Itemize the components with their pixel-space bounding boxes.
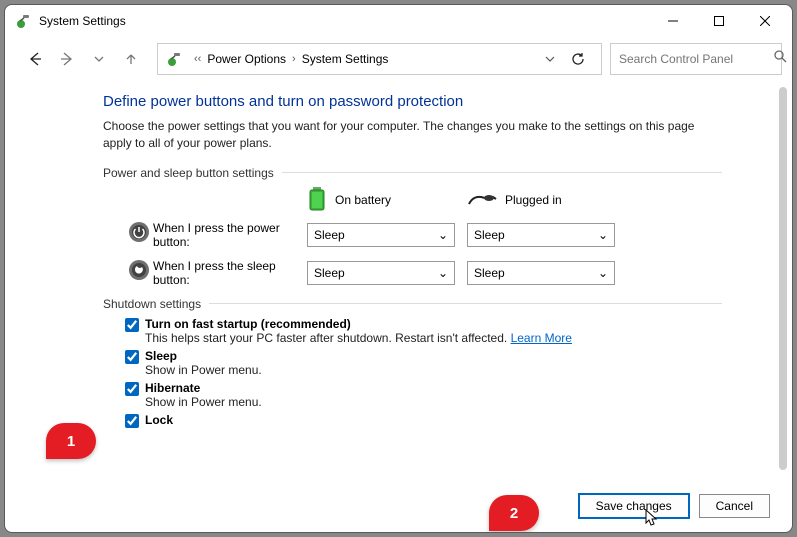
power-section-label: Power and sleep button settings xyxy=(103,166,722,180)
hibernate-label: Hibernate xyxy=(145,381,262,395)
refresh-button[interactable] xyxy=(559,52,597,66)
maximize-button[interactable] xyxy=(696,6,742,36)
power-button-battery-select[interactable]: Sleep⌄ xyxy=(307,223,455,247)
lock-checkbox[interactable] xyxy=(125,414,139,428)
footer-buttons: Save changes Cancel xyxy=(5,484,792,532)
learn-more-link[interactable]: Learn More xyxy=(511,331,572,345)
sleep-button-battery-select[interactable]: Sleep⌄ xyxy=(307,261,455,285)
breadcrumb-separator: ‹‹ xyxy=(194,53,201,65)
minimize-button[interactable] xyxy=(650,6,696,36)
annotation-badge-2: 2 xyxy=(489,495,539,531)
annotation-badge-1: 1 xyxy=(46,423,96,459)
window: System Settings ‹‹ Power Options › Syste… xyxy=(4,4,793,533)
scrollbar[interactable] xyxy=(776,85,790,484)
power-options-icon xyxy=(15,13,31,29)
scrollbar-thumb[interactable] xyxy=(779,87,787,470)
fast-startup-checkbox[interactable] xyxy=(125,318,139,332)
cursor-icon xyxy=(645,509,659,532)
window-controls xyxy=(650,6,788,36)
breadcrumb-part[interactable]: System Settings xyxy=(302,52,389,66)
back-button[interactable] xyxy=(19,43,51,75)
hibernate-item: Hibernate Show in Power menu. xyxy=(125,381,722,409)
sleep-item: Sleep Show in Power menu. xyxy=(125,349,722,377)
battery-icon xyxy=(307,186,327,215)
hibernate-checkbox[interactable] xyxy=(125,382,139,396)
save-changes-button[interactable]: Save changes xyxy=(579,494,689,518)
power-options-icon xyxy=(166,51,182,67)
chevron-down-icon: ⌄ xyxy=(438,266,448,280)
breadcrumb[interactable]: ‹‹ Power Options › System Settings xyxy=(157,43,602,75)
chevron-down-icon: ⌄ xyxy=(438,228,448,242)
column-headers: On battery Plugged in xyxy=(125,186,722,215)
fast-startup-desc: This helps start your PC faster after sh… xyxy=(145,331,572,345)
search-input[interactable] xyxy=(619,52,774,66)
window-title: System Settings xyxy=(39,14,650,28)
shutdown-section: Turn on fast startup (recommended) This … xyxy=(103,317,722,428)
cancel-button[interactable]: Cancel xyxy=(699,494,770,518)
sleep-button-plugged-select[interactable]: Sleep⌄ xyxy=(467,261,615,285)
nav-row: ‹‹ Power Options › System Settings xyxy=(5,37,792,81)
page-description: Choose the power settings that you want … xyxy=(103,118,722,152)
page-title: Define power buttons and turn on passwor… xyxy=(103,93,722,110)
chevron-down-icon: ⌄ xyxy=(598,228,608,242)
fast-startup-label: Turn on fast startup (recommended) xyxy=(145,317,572,331)
sleep-button-label: When I press the sleep button: xyxy=(153,259,307,287)
chevron-right-icon: › xyxy=(292,53,296,65)
power-button-icon xyxy=(128,221,150,248)
titlebar: System Settings xyxy=(5,5,792,37)
power-button-label: When I press the power button: xyxy=(153,221,307,249)
col-battery-label: On battery xyxy=(335,193,391,207)
search-box[interactable] xyxy=(610,43,782,75)
close-button[interactable] xyxy=(742,6,788,36)
recent-dropdown[interactable] xyxy=(83,43,115,75)
hibernate-desc: Show in Power menu. xyxy=(145,395,262,409)
power-button-row: When I press the power button: Sleep⌄ Sl… xyxy=(125,221,722,249)
fast-startup-item: Turn on fast startup (recommended) This … xyxy=(125,317,722,345)
search-icon xyxy=(774,50,787,68)
content-area: Define power buttons and turn on passwor… xyxy=(5,81,792,484)
lock-label: Lock xyxy=(145,413,173,427)
chevron-down-icon[interactable] xyxy=(541,54,559,64)
power-section: On battery Plugged in When I press the p… xyxy=(103,186,722,287)
col-plugged-label: Plugged in xyxy=(505,193,562,207)
forward-button[interactable] xyxy=(51,43,83,75)
lock-item: Lock xyxy=(125,413,722,428)
sleep-button-icon xyxy=(128,259,150,286)
breadcrumb-part[interactable]: Power Options xyxy=(207,52,286,66)
sleep-button-row: When I press the sleep button: Sleep⌄ Sl… xyxy=(125,259,722,287)
sleep-checkbox[interactable] xyxy=(125,350,139,364)
sleep-label: Sleep xyxy=(145,349,262,363)
plug-icon xyxy=(467,190,497,211)
up-button[interactable] xyxy=(115,43,147,75)
sleep-desc: Show in Power menu. xyxy=(145,363,262,377)
power-button-plugged-select[interactable]: Sleep⌄ xyxy=(467,223,615,247)
shutdown-section-label: Shutdown settings xyxy=(103,297,722,311)
chevron-down-icon: ⌄ xyxy=(598,266,608,280)
